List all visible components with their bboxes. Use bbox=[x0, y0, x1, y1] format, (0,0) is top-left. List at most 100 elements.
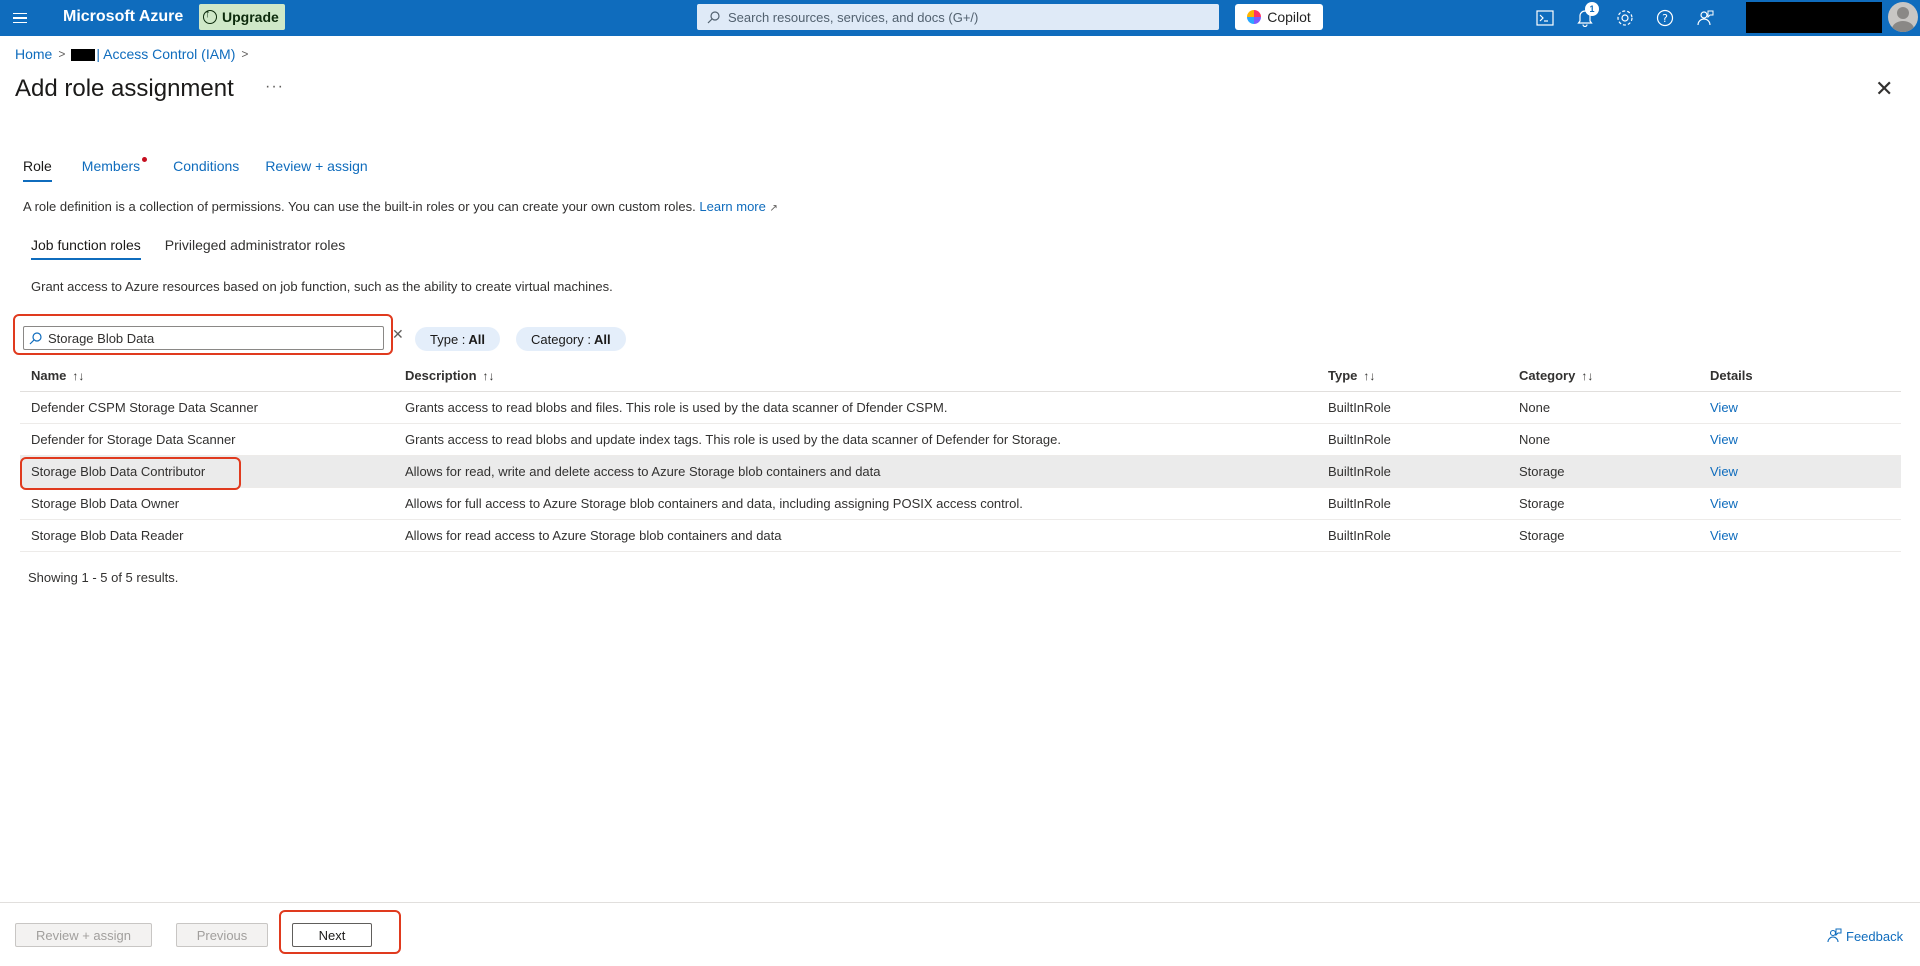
role-category: None bbox=[1519, 400, 1551, 415]
role-category: Storage bbox=[1519, 496, 1565, 511]
view-details-link[interactable]: View bbox=[1710, 432, 1738, 447]
role-name: Defender for Storage Data Scanner bbox=[31, 432, 236, 447]
column-category-label: Category bbox=[1519, 368, 1576, 383]
breadcrumb: Home > | Access Control (IAM) > bbox=[15, 46, 248, 62]
column-name-label: Name bbox=[31, 368, 67, 383]
role-type: BuiltInRole bbox=[1328, 464, 1391, 479]
close-icon[interactable]: ✕ bbox=[1875, 78, 1893, 100]
learn-more-link[interactable]: Learn more ↗ bbox=[699, 199, 778, 214]
cloud-shell-icon[interactable] bbox=[1533, 6, 1557, 30]
view-details-link[interactable]: View bbox=[1710, 496, 1738, 511]
learn-more-label: Learn more bbox=[699, 199, 766, 214]
redacted-resource-name bbox=[71, 49, 96, 62]
feedback-icon bbox=[1827, 928, 1842, 943]
category-filter-pill[interactable]: Category : All bbox=[516, 327, 626, 351]
footer-bar bbox=[0, 902, 1920, 966]
review-assign-button[interactable]: Review + assign bbox=[15, 923, 152, 947]
role-category: Storage bbox=[1519, 528, 1565, 543]
role-description: Grants access to read blobs and files. T… bbox=[405, 400, 948, 415]
brand-title[interactable]: Microsoft Azure bbox=[63, 8, 183, 26]
column-type-label: Type bbox=[1328, 368, 1358, 383]
role-search-input[interactable] bbox=[23, 326, 384, 350]
upgrade-label: Upgrade bbox=[222, 9, 279, 25]
tab-privileged-administrator-roles[interactable]: Privileged administrator roles bbox=[165, 237, 346, 260]
wizard-tabs: Role Members Conditions Review + assign bbox=[23, 157, 368, 182]
required-dot-icon bbox=[142, 157, 148, 162]
table-header: Name ↑↓ Description ↑↓ Type ↑↓ Category ↑↓ D… bbox=[20, 360, 1901, 392]
sort-icon: ↑↓ bbox=[1581, 369, 1594, 383]
type-filter-label: Type : bbox=[430, 331, 466, 347]
upgrade-arrow-icon bbox=[203, 8, 217, 24]
column-header-details: Details bbox=[1710, 368, 1753, 383]
previous-button[interactable]: Previous bbox=[176, 923, 268, 947]
role-type: BuiltInRole bbox=[1328, 496, 1391, 511]
role-search-field[interactable] bbox=[48, 330, 368, 346]
feedback-person-icon[interactable] bbox=[1693, 6, 1717, 30]
column-header-category[interactable]: Category ↑↓ bbox=[1519, 368, 1593, 383]
role-name: Storage Blob Data Reader bbox=[31, 528, 184, 543]
role-definition-description: A role definition is a collection of per… bbox=[23, 199, 778, 214]
hamburger-menu-icon[interactable] bbox=[8, 6, 32, 30]
table-row-selected[interactable]: Storage Blob Data Contributor Allows for… bbox=[20, 456, 1901, 488]
settings-gear-icon[interactable] bbox=[1613, 6, 1637, 30]
more-options-icon[interactable]: ··· bbox=[265, 78, 284, 96]
view-details-link[interactable]: View bbox=[1710, 400, 1738, 415]
account-name-redacted[interactable] bbox=[1746, 2, 1882, 33]
type-filter-value: All bbox=[468, 331, 486, 347]
chevron-right-icon: > bbox=[58, 47, 66, 61]
copilot-label: Copilot bbox=[1267, 9, 1311, 25]
feedback-link[interactable]: Feedback bbox=[1826, 928, 1903, 944]
notifications-bell-icon[interactable]: 1 bbox=[1573, 2, 1599, 30]
tab-members[interactable]: Members bbox=[81, 157, 148, 182]
global-search-input[interactable]: Search resources, services, and docs (G+… bbox=[697, 4, 1219, 30]
breadcrumb-resource-link[interactable]: | Access Control (IAM) bbox=[71, 46, 235, 62]
grant-description: Grant access to Azure resources based on… bbox=[31, 279, 613, 294]
tab-role[interactable]: Role bbox=[23, 158, 52, 182]
search-icon bbox=[707, 10, 720, 23]
view-details-link[interactable]: View bbox=[1710, 528, 1738, 543]
role-description: Grants access to read blobs and update i… bbox=[405, 432, 1061, 447]
type-filter-pill[interactable]: Type : All bbox=[415, 327, 501, 351]
sort-icon: ↑↓ bbox=[1363, 369, 1376, 383]
category-filter-value: All bbox=[593, 331, 611, 347]
column-header-type[interactable]: Type ↑↓ bbox=[1328, 368, 1375, 383]
table-row[interactable]: Defender CSPM Storage Data Scanner Grant… bbox=[20, 392, 1901, 424]
next-button[interactable]: Next bbox=[292, 923, 372, 947]
role-name: Storage Blob Data Contributor bbox=[31, 464, 206, 479]
column-header-description[interactable]: Description ↑↓ bbox=[405, 368, 495, 383]
sort-icon: ↑↓ bbox=[482, 369, 495, 383]
search-icon bbox=[29, 331, 42, 344]
copilot-button[interactable]: Copilot bbox=[1235, 4, 1323, 30]
role-name: Defender CSPM Storage Data Scanner bbox=[31, 400, 258, 415]
page-title: Add role assignment bbox=[15, 75, 234, 102]
column-header-name[interactable]: Name ↑↓ bbox=[31, 368, 84, 383]
breadcrumb-resource-label: | Access Control (IAM) bbox=[96, 46, 236, 62]
svg-text:?: ? bbox=[1662, 12, 1668, 25]
view-details-link[interactable]: View bbox=[1710, 464, 1738, 479]
role-description: Allows for read access to Azure Storage … bbox=[405, 528, 782, 543]
table-row[interactable]: Storage Blob Data Owner Allows for full … bbox=[20, 488, 1901, 520]
upgrade-button[interactable]: Upgrade bbox=[199, 4, 285, 30]
breadcrumb-home-link[interactable]: Home bbox=[15, 46, 52, 62]
clear-search-icon[interactable]: ✕ bbox=[392, 326, 404, 343]
feedback-label: Feedback bbox=[1846, 928, 1904, 944]
column-description-label: Description bbox=[405, 368, 477, 383]
tab-conditions[interactable]: Conditions bbox=[173, 158, 239, 182]
external-link-icon: ↗ bbox=[769, 203, 778, 214]
results-count: Showing 1 - 5 of 5 results. bbox=[28, 570, 179, 585]
role-name: Storage Blob Data Owner bbox=[31, 496, 180, 511]
tab-members-label: Members bbox=[81, 158, 141, 174]
top-bar: Microsoft Azure Upgrade Search resources… bbox=[0, 0, 1920, 36]
sort-icon: ↑↓ bbox=[72, 369, 85, 383]
table-row[interactable]: Defender for Storage Data Scanner Grants… bbox=[20, 424, 1901, 456]
notification-count-badge: 1 bbox=[1585, 2, 1599, 16]
category-filter-label: Category : bbox=[531, 331, 591, 347]
table-row[interactable]: Storage Blob Data Reader Allows for read… bbox=[20, 520, 1901, 552]
avatar[interactable] bbox=[1888, 2, 1918, 32]
role-category: None bbox=[1519, 432, 1551, 447]
tab-job-function-roles[interactable]: Job function roles bbox=[31, 237, 141, 260]
tab-review-assign[interactable]: Review + assign bbox=[265, 158, 367, 182]
help-icon[interactable]: ? bbox=[1653, 6, 1677, 30]
role-type: BuiltInRole bbox=[1328, 432, 1391, 447]
role-category: Storage bbox=[1519, 464, 1565, 479]
